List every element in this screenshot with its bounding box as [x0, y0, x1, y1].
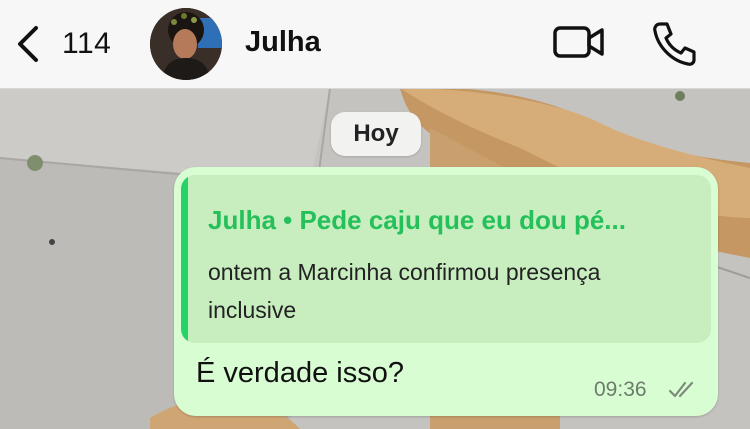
quoted-message-title: Julha • Pede caju que eu dou pé...	[208, 205, 626, 235]
video-camera-icon	[553, 26, 604, 58]
phone-icon	[653, 22, 696, 66]
date-separator: Hoy	[331, 112, 421, 156]
quoted-message[interactable]: Julha • Pede caju que eu dou pé... ontem…	[181, 175, 711, 343]
quote-accent-bar	[181, 175, 188, 343]
quoted-message-text: ontem a Marcinha confirmou presença incl…	[208, 259, 601, 323]
message-time: 09:36	[594, 378, 647, 401]
unread-count: 114	[62, 27, 112, 60]
message-text: É verdade isso?	[196, 357, 404, 389]
chevron-left-icon	[18, 26, 38, 62]
voice-call-button[interactable]	[650, 20, 696, 71]
chat-header: 114 Julha	[0, 0, 750, 89]
avatar[interactable]	[150, 8, 222, 80]
message-bubble-outgoing[interactable]: Julha • Pede caju que eu dou pé... ontem…	[174, 167, 718, 416]
double-check-icon	[668, 381, 694, 398]
avatar-photo	[150, 8, 222, 80]
back-button[interactable]: 114	[14, 22, 111, 66]
video-call-button[interactable]	[552, 20, 606, 69]
contact-name[interactable]: Julha	[245, 26, 321, 59]
